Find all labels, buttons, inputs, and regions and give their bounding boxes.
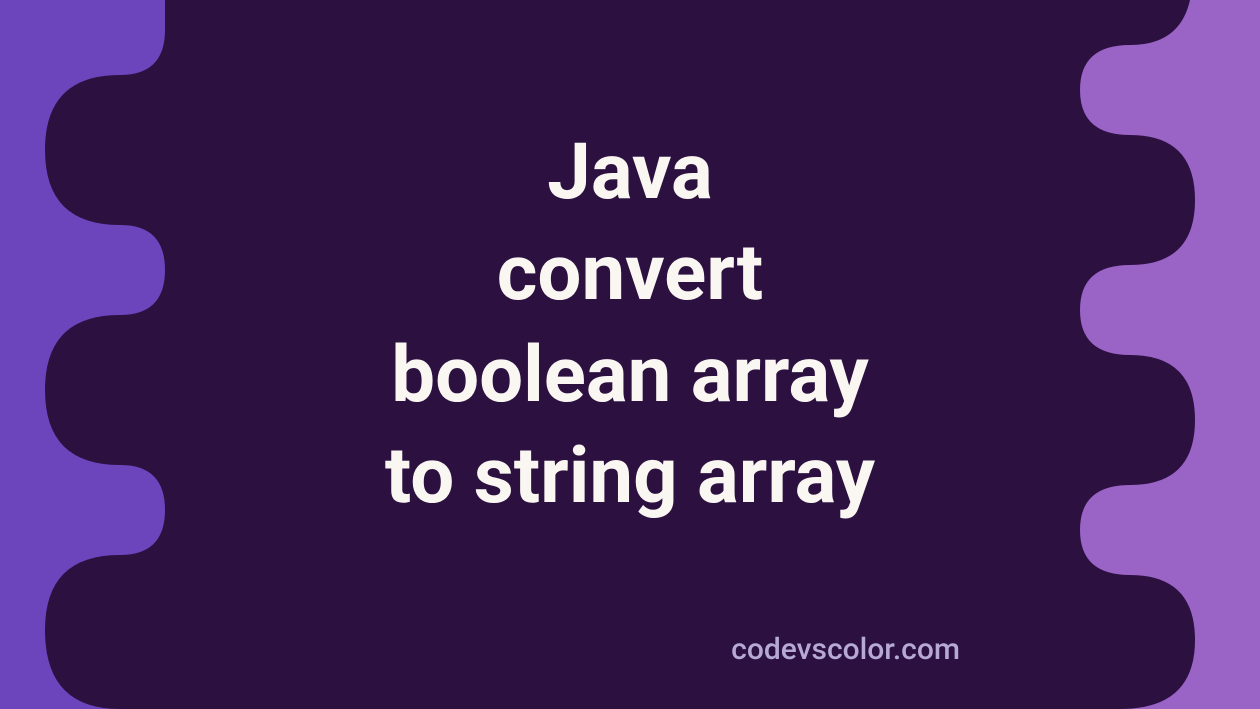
banner-canvas: Java convert boolean array to string arr… xyxy=(0,0,1260,709)
title-container: Java convert boolean array to string arr… xyxy=(0,0,1260,709)
credit-text: codevscolor.com xyxy=(731,632,960,667)
banner-title: Java convert boolean array to string arr… xyxy=(385,122,875,528)
